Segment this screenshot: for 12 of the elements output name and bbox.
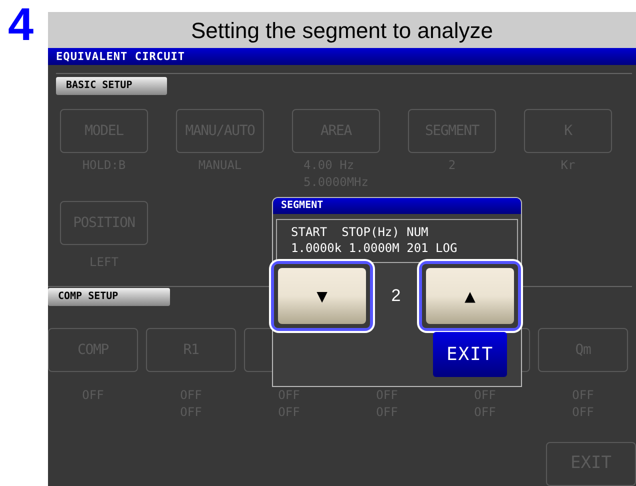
exit-button[interactable]: EXIT xyxy=(433,332,507,377)
up-button[interactable]: ▲ xyxy=(422,264,518,328)
step-number: 4 xyxy=(8,0,34,48)
segment-values: 1.0000k 1.0000M 201 LOG xyxy=(291,240,458,256)
dialog-title-bar: SEGMENT xyxy=(273,198,521,214)
column-header: START STOP(Hz) NUM xyxy=(291,224,430,240)
screen-title-bar: EQUIVALENT CIRCUIT xyxy=(48,48,636,65)
page-heading: Setting the segment to analyze xyxy=(48,12,636,48)
section-tab[interactable]: COMP SETUP xyxy=(48,288,170,306)
segment-number: 2 xyxy=(391,285,401,308)
section-tab[interactable]: BASIC SETUP xyxy=(56,77,167,95)
down-button[interactable]: ▼ xyxy=(274,264,370,328)
